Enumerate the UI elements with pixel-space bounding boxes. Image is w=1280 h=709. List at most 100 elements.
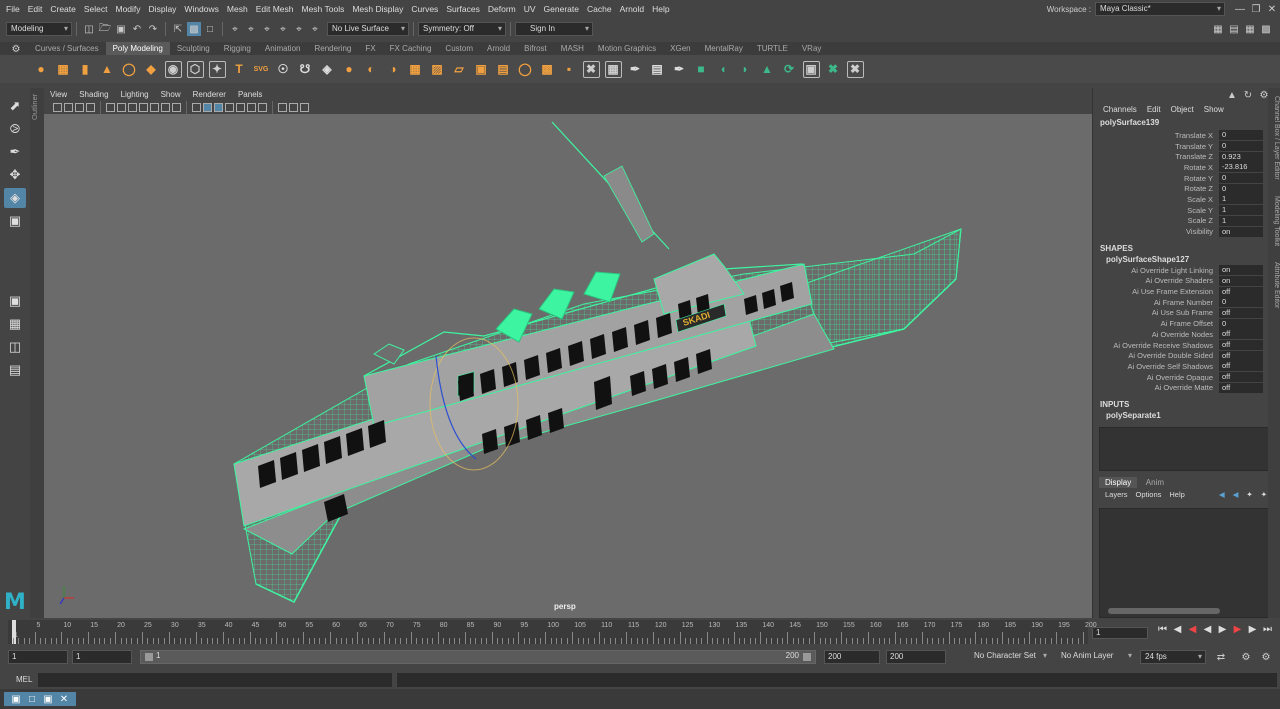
attr-value[interactable]: 1 — [1219, 215, 1263, 226]
scale-tool-icon[interactable]: ▣ — [4, 211, 26, 231]
channelbox-icon[interactable]: ▩ — [1259, 22, 1273, 36]
command-input[interactable] — [38, 673, 392, 687]
attr-row[interactable]: Ai Override Shaders on — [1093, 275, 1280, 287]
step-back-key-icon[interactable]: ◀ — [1170, 624, 1185, 635]
move-layer-down-icon[interactable]: ◀ — [1233, 488, 1239, 502]
attr-row[interactable]: Scale Z 1 — [1093, 215, 1280, 227]
attr-row[interactable]: Ai Override Nodes off — [1093, 329, 1280, 340]
viewport-menu-panels[interactable]: Panels — [232, 89, 268, 101]
extrude-icon[interactable]: ▱ — [451, 61, 468, 78]
restore-icon[interactable]: ❐ — [1249, 2, 1263, 16]
attribute-editor-icon[interactable]: ▤ — [1227, 22, 1241, 36]
wireframe-on-shaded-icon[interactable] — [214, 103, 223, 112]
symmetry-dropdown[interactable]: Symmetry: Off — [418, 22, 506, 36]
poly-cylinder-icon[interactable]: ▮ — [77, 61, 94, 78]
bridge-icon[interactable]: ▣ — [473, 61, 490, 78]
cb-menu-show[interactable]: Show — [1204, 105, 1224, 114]
range-end-handle[interactable] — [803, 653, 811, 661]
attr-value[interactable]: 0 — [1219, 297, 1263, 308]
attr-value[interactable]: 0 — [1219, 173, 1263, 184]
smooth-icon[interactable]: ◈ — [319, 61, 336, 78]
new-layer-icon[interactable]: ✦ — [1246, 488, 1252, 502]
rotate-tool-icon[interactable]: ◈ — [4, 188, 26, 208]
snap-grid-icon[interactable]: ⌖ — [228, 22, 242, 36]
attr-value[interactable]: off — [1219, 340, 1263, 351]
menu-uv[interactable]: UV — [522, 0, 542, 18]
attr-row[interactable]: Ai Frame Offset 0 — [1093, 318, 1280, 329]
smooth-shade-icon[interactable] — [203, 103, 212, 112]
menu-mesh-tools[interactable]: Mesh Tools — [300, 0, 351, 18]
menuset-dropdown[interactable]: Modeling — [6, 22, 72, 36]
viewport-menu-shading[interactable]: Shading — [73, 89, 114, 101]
attr-row[interactable]: Ai Frame Number 0 — [1093, 297, 1280, 308]
channel-box-tab[interactable]: Channel Box / Layer Editor — [1273, 96, 1280, 180]
layer-list[interactable] — [1099, 508, 1275, 619]
modeling-toolkit-tab[interactable]: Modeling Toolkit — [1273, 196, 1280, 246]
mirror-icon[interactable]: ▦ — [407, 61, 424, 78]
cb-menu-object[interactable]: Object — [1171, 105, 1194, 114]
isolate-select-icon[interactable] — [300, 103, 309, 112]
viewport-menu-view[interactable]: View — [44, 89, 73, 101]
attr-value[interactable]: 0 — [1219, 141, 1263, 152]
cb-menu-channels[interactable]: Channels — [1103, 105, 1137, 114]
target-weld-icon[interactable]: ▦ — [604, 60, 622, 78]
attr-row[interactable]: Ai Use Sub Frame off — [1093, 307, 1280, 319]
boolean-union-icon[interactable]: ● — [341, 61, 358, 78]
shelf-tab-mash[interactable]: MASH — [554, 42, 591, 55]
playback-start-field[interactable]: 1 — [72, 650, 132, 664]
live-surface-dropdown[interactable]: No Live Surface — [327, 22, 409, 36]
step-forward-frame-icon[interactable]: ▶ — [1230, 624, 1245, 635]
field-chart-icon[interactable] — [150, 103, 159, 112]
append-polygon-icon[interactable]: ▩ — [539, 61, 556, 78]
svg-icon[interactable]: SVG — [253, 61, 270, 78]
multi-cut-icon[interactable]: ✖ — [582, 60, 600, 78]
attr-row[interactable]: Rotate X -23.816 — [1093, 162, 1280, 173]
menu-select[interactable]: Select — [82, 0, 114, 18]
menu-mesh-display[interactable]: Mesh Display — [350, 0, 409, 18]
menu-edit-mesh[interactable]: Edit Mesh — [254, 0, 300, 18]
shelf-tab-arnold[interactable]: Arnold — [480, 42, 517, 55]
shelf-tab-motion-graphics[interactable]: Motion Graphics — [591, 42, 663, 55]
safe-title-icon[interactable] — [172, 103, 181, 112]
layer-menu-layers[interactable]: Layers — [1105, 488, 1128, 502]
attr-row[interactable]: Ai Override Double Sided off — [1093, 350, 1280, 361]
auto-key-icon[interactable]: ⚙ — [1239, 650, 1253, 664]
attr-value[interactable]: off — [1219, 372, 1263, 383]
uv-editor-icon[interactable]: ▣ — [802, 60, 820, 78]
menu-surfaces[interactable]: Surfaces — [444, 0, 486, 18]
layout-four-icon[interactable]: ▦ — [4, 314, 26, 334]
toolkit-icon[interactable]: ▦ — [1243, 22, 1257, 36]
poly-cube-icon[interactable]: ▦ — [55, 61, 72, 78]
attr-value[interactable]: -23.816 — [1219, 162, 1263, 173]
attr-value[interactable]: off — [1219, 350, 1263, 361]
boolean-difference-icon[interactable]: ◐ — [363, 61, 380, 78]
mesh-icon[interactable]: ▦ — [1211, 22, 1225, 36]
uv-planar-icon[interactable]: ■ — [693, 61, 710, 78]
attr-row[interactable]: Ai Override Light Linking on — [1093, 265, 1280, 276]
attr-value[interactable]: on — [1219, 275, 1263, 286]
perspective-viewport[interactable]: SKADI persp — [44, 114, 1092, 618]
select-tool-icon[interactable]: ⬈ — [4, 96, 26, 116]
object-name[interactable]: polySurface139 — [1093, 117, 1280, 128]
layout-outliner-icon[interactable]: ▤ — [4, 360, 26, 380]
camera-select-icon[interactable] — [53, 103, 62, 112]
boat-model[interactable]: SKADI — [44, 114, 1092, 618]
safe-action-icon[interactable] — [161, 103, 170, 112]
attr-value[interactable]: off — [1219, 307, 1263, 318]
select-object-icon[interactable]: ▩ — [187, 22, 201, 36]
viewport-menu-renderer[interactable]: Renderer — [187, 89, 232, 101]
bridge-edge-icon[interactable]: ◯ — [517, 61, 534, 78]
shelf-tab-vray[interactable]: VRay — [795, 42, 829, 55]
combine-icon[interactable]: ☉ — [275, 61, 292, 78]
uv-automatic-icon[interactable]: ▲ — [759, 61, 776, 78]
layout-single-icon[interactable]: ▣ — [4, 291, 26, 311]
preferences-icon[interactable]: ⚙ — [1259, 650, 1273, 664]
gate-mask-icon[interactable] — [139, 103, 148, 112]
poly-disc-icon[interactable]: ◉ — [164, 60, 182, 78]
shelf-tab-animation[interactable]: Animation — [258, 42, 308, 55]
superellipse-icon[interactable]: ✦ — [208, 60, 226, 78]
menu-deform[interactable]: Deform — [486, 0, 522, 18]
shelf-tab-bifrost[interactable]: Bifrost — [517, 42, 554, 55]
menu-generate[interactable]: Generate — [542, 0, 585, 18]
shelf-tab-sculpting[interactable]: Sculpting — [170, 42, 217, 55]
